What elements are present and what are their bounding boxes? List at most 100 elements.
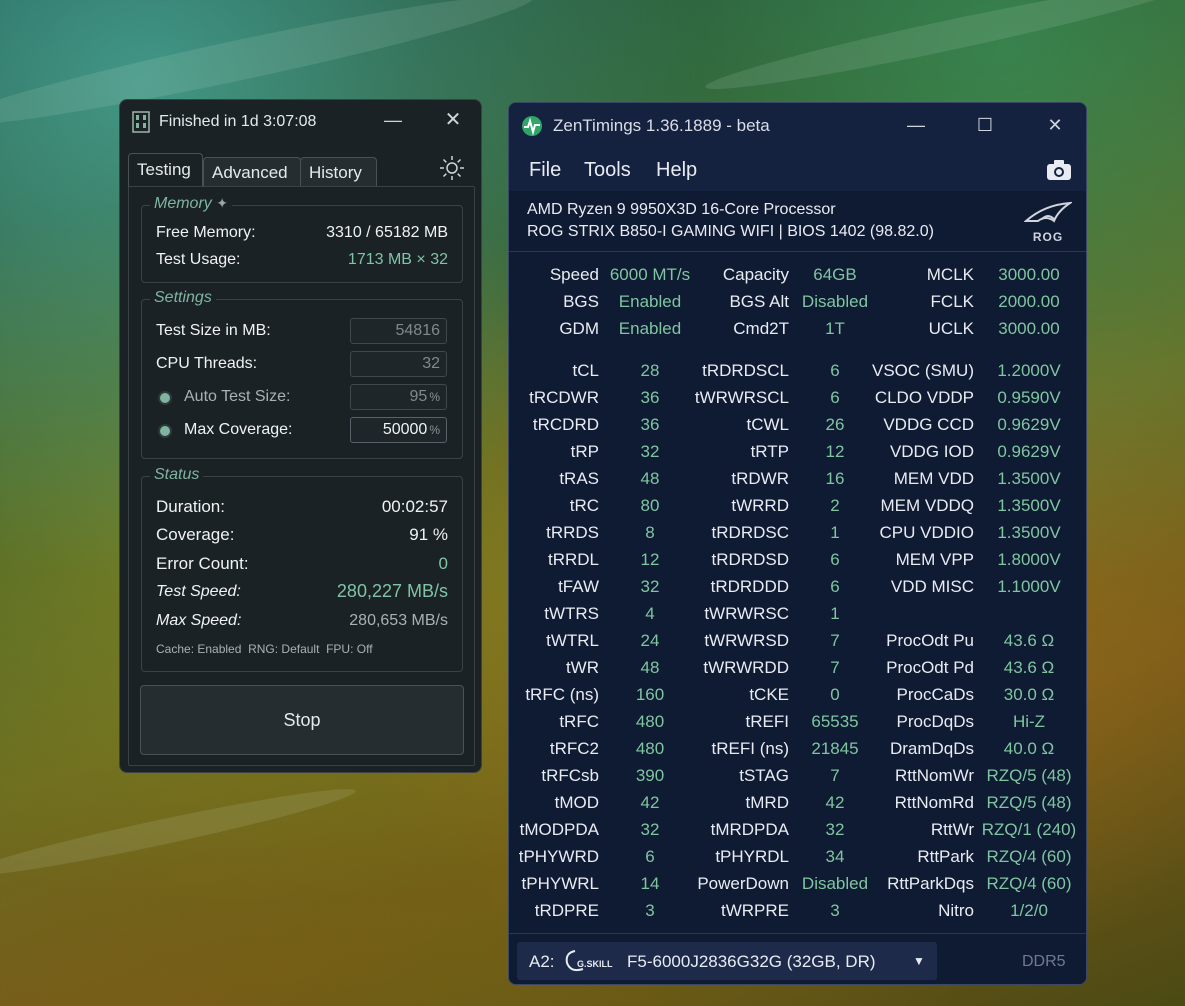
timing-label: RttNomRd (894, 793, 974, 812)
zentimings-app-icon (522, 116, 542, 136)
timing-label: DramDqDs (889, 739, 974, 758)
timing-value: RZQ/4 (60) (986, 874, 1072, 893)
system-info: AMD Ryzen 9 9950X3D 16-Core Processor RO… (509, 191, 1086, 252)
minimize-icon[interactable]: — (378, 106, 408, 136)
timing-label: tPHYWRL (521, 874, 599, 893)
timing-label: tRCDRD (532, 415, 599, 434)
timing-label: tWR (565, 658, 599, 677)
timing-label: MEM VPP (895, 550, 974, 569)
timing-label: tPHYWRD (518, 847, 599, 866)
timing-value: 30.0 Ω (1003, 685, 1055, 704)
timing-label: tRP (570, 442, 599, 461)
chevron-down-icon[interactable]: ▼ (913, 954, 925, 968)
maximize-icon[interactable]: ☐ (965, 111, 1005, 141)
free-memory-value: 3310 / 65182 MB (326, 224, 448, 241)
timing-label: tWRWRSCL (694, 388, 789, 407)
title-bar[interactable]: ZenTimings 1.36.1889 - beta — ☐ ✕ (509, 103, 1086, 149)
timing-label: MEM VDD (893, 469, 974, 488)
timing-label: tSTAG (739, 766, 789, 785)
dimm-selector[interactable]: A2: G.SKILL F5-6000J2836G32G (32GB, DR) … (517, 942, 937, 980)
timing-label: VDD MISC (890, 577, 974, 596)
board-name: ROG STRIX B850-I GAMING WIFI | BIOS 1402… (527, 223, 934, 240)
timing-value: 1.1000V (997, 577, 1061, 596)
timing-label: tMRDPDA (710, 820, 789, 839)
wallpaper-streak (0, 778, 359, 887)
rog-eye-icon (1023, 201, 1074, 223)
timing-label: tRRDS (546, 523, 599, 542)
settings-legend: Settings (150, 289, 216, 307)
timing-label: VDDG IOD (889, 442, 974, 461)
timing-value: 3000.00 (998, 265, 1060, 284)
timing-label: tRDRDSD (711, 550, 789, 569)
testing-panel: Memory ✦ Free Memory: 3310 / 65182 MB Te… (128, 186, 475, 766)
menu-file[interactable]: File (529, 159, 561, 182)
timing-value: 3000.00 (998, 319, 1060, 338)
timing-label: tRCDWR (529, 388, 599, 407)
timing-label: tWTRL (546, 631, 599, 650)
timing-label: Nitro (938, 901, 974, 920)
title-bar[interactable]: Finished in 1d 3:07:08 — ✕ (120, 100, 481, 144)
timing-label: tWRRD (731, 496, 789, 515)
close-icon[interactable]: ✕ (438, 106, 468, 136)
max-coverage-radio[interactable] (158, 424, 172, 438)
dimm-part-number: F5-6000J2836G32G (32GB, DR) (627, 952, 876, 971)
minimize-icon[interactable]: — (896, 111, 936, 141)
timing-label: VDDG CCD (883, 415, 974, 434)
timing-label: GDM (559, 319, 599, 338)
menu-tools[interactable]: Tools (584, 159, 631, 182)
tab-advanced[interactable]: Advanced (203, 157, 301, 187)
timing-label: RttParkDqs (887, 874, 974, 893)
wallpaper-streak (702, 0, 1185, 102)
stop-button[interactable]: Stop (140, 685, 464, 755)
timing-label: ProcOdt Pu (886, 631, 974, 650)
test-size-input[interactable]: 54816 (350, 318, 447, 344)
timing-value: 0.9629V (997, 415, 1061, 434)
timing-label: tREFI (745, 712, 789, 731)
testmem-app-icon (132, 111, 150, 133)
rog-logo: ROG (1023, 201, 1074, 245)
timing-value: RZQ/5 (48) (986, 766, 1072, 785)
tab-testing[interactable]: Testing (128, 153, 203, 187)
timing-value (969, 604, 1086, 626)
close-icon[interactable]: ✕ (1035, 111, 1075, 141)
status-legend: Status (150, 466, 204, 484)
test-usage-label: Test Usage: (156, 251, 241, 268)
timing-value: RZQ/5 (48) (986, 793, 1072, 812)
timing-label: ProcDqDs (896, 712, 974, 731)
timing-label: tREFI (ns) (711, 739, 789, 758)
timing-label: FCLK (930, 292, 974, 311)
theme-sun-icon[interactable] (438, 154, 466, 182)
auto-test-size-radio[interactable] (158, 391, 172, 405)
timing-value: 1/2/0 (1010, 901, 1048, 920)
timing-label: tPHYRDL (715, 847, 789, 866)
cpu-threads-input[interactable]: 32 (350, 351, 447, 377)
settings-group: Settings Test Size in MB: 54816 CPU Thre… (141, 289, 463, 459)
timing-label: VSOC (SMU) (872, 361, 974, 380)
auto-test-size-input[interactable]: 95% (350, 384, 447, 410)
timing-value: RZQ/1 (240) (981, 820, 1077, 839)
timing-label: tCWL (746, 415, 790, 434)
dimm-slot: A2: (529, 952, 555, 971)
camera-icon[interactable] (1046, 159, 1072, 181)
timing-value: 1.3500V (997, 469, 1061, 488)
error-count-label: Error Count: (156, 554, 249, 573)
timing-label: tWRWRSC (704, 604, 789, 623)
sparkle-icon: ✦ (216, 195, 228, 211)
timing-label: Cmd2T (733, 319, 789, 338)
tab-history[interactable]: History (300, 157, 377, 187)
auto-test-size-label: Auto Test Size: (184, 388, 291, 405)
timing-label: BGS (563, 292, 599, 311)
timing-label: Speed (549, 265, 599, 284)
max-coverage-input[interactable]: 50000% (350, 417, 447, 443)
timing-label: RttWr (930, 820, 974, 839)
memory-group: Memory ✦ Free Memory: 3310 / 65182 MB Te… (141, 195, 463, 283)
timing-label: RttNomWr (894, 766, 974, 785)
timing-label: CLDO VDDP (874, 388, 974, 407)
menu-help[interactable]: Help (656, 159, 697, 182)
timing-label: tMRD (745, 793, 789, 812)
error-count-value: 0 (438, 554, 448, 573)
info-line: Cache: Enabled RNG: Default FPU: Off (156, 642, 448, 666)
timing-label: ProcOdt Pd (886, 658, 974, 677)
timing-value: 43.6 Ω (1003, 658, 1055, 677)
timing-label: tRAS (559, 469, 599, 488)
